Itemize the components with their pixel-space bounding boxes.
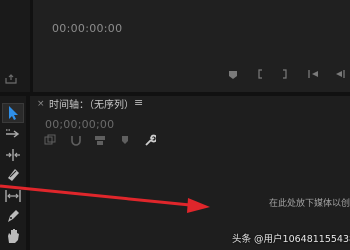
in-bracket-icon[interactable] bbox=[255, 66, 265, 82]
razor-tool-icon[interactable] bbox=[3, 166, 23, 184]
monitor-timecode[interactable]: 00:00:00:00 bbox=[52, 22, 122, 35]
panel-divider[interactable] bbox=[30, 0, 33, 92]
panel-menu-icon[interactable]: ≡ bbox=[134, 96, 143, 109]
type-tool-icon[interactable] bbox=[3, 245, 23, 250]
timeline-toolbar bbox=[44, 134, 164, 148]
monitor-transport-controls bbox=[225, 66, 350, 82]
source-monitor-panel: 00:00:00:00 bbox=[0, 0, 350, 92]
marker-icon[interactable] bbox=[227, 66, 239, 82]
watermark: 头条 @用户106481155438 bbox=[232, 234, 350, 245]
slip-tool-icon[interactable] bbox=[3, 187, 23, 205]
ripple-edit-tool-icon[interactable] bbox=[3, 146, 23, 164]
timeline-tab-title[interactable]: 时间轴：（无序列） bbox=[49, 96, 134, 111]
selection-tool-icon[interactable] bbox=[2, 103, 24, 123]
tools-panel bbox=[0, 96, 26, 250]
close-tab-button[interactable]: × bbox=[37, 99, 45, 109]
track-select-tool-icon[interactable] bbox=[3, 125, 23, 143]
out-bracket-icon[interactable] bbox=[280, 66, 290, 82]
snap-icon[interactable] bbox=[70, 134, 82, 146]
hand-tool-icon[interactable] bbox=[3, 227, 23, 245]
go-to-in-icon[interactable] bbox=[307, 66, 321, 82]
linked-selection-icon[interactable] bbox=[94, 134, 106, 146]
playhead-timecode[interactable]: 00;00;00;00 bbox=[45, 118, 114, 131]
add-marker-icon[interactable] bbox=[119, 134, 131, 146]
export-frame-icon[interactable] bbox=[5, 74, 17, 84]
step-back-icon[interactable] bbox=[332, 66, 346, 82]
drop-media-hint: 在此处放下媒体以创 bbox=[269, 199, 350, 209]
pen-tool-icon[interactable] bbox=[3, 207, 23, 225]
timeline-panel: × 时间轴：（无序列） ≡ 00;00;00;00 在此处放下媒体以创 bbox=[30, 96, 350, 250]
wrench-settings-icon[interactable] bbox=[144, 134, 156, 146]
nest-sequence-icon[interactable] bbox=[44, 134, 56, 146]
